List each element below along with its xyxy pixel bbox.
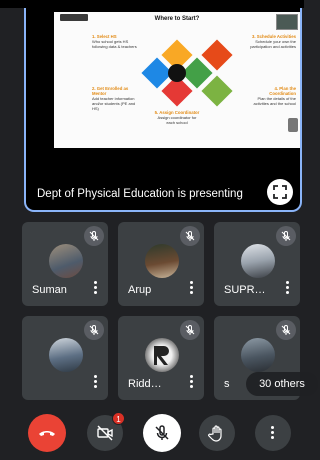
participant-name: Arup xyxy=(128,284,152,296)
participant-name: Ridd… xyxy=(128,378,162,390)
avatar xyxy=(241,338,275,372)
participant-tile[interactable]: Ridd… xyxy=(118,316,204,400)
slide-step: 5. Assign Coordinator Assign coordinator … xyxy=(154,110,200,125)
participant-name: Suman xyxy=(32,284,67,296)
slide-step: 3. Schedule Activities Schedule your own … xyxy=(250,34,296,49)
more-options-icon[interactable] xyxy=(286,281,290,295)
more-options-icon[interactable] xyxy=(190,281,194,295)
letter-r-logo xyxy=(154,346,169,365)
call-controls: 1 xyxy=(0,405,304,460)
others-count-button[interactable]: 30 others xyxy=(246,372,318,396)
slide-step: 4. Plan the Coordination Plan the details… xyxy=(253,86,296,106)
participant-tile[interactable]: Suman xyxy=(22,222,108,306)
more-options-button[interactable] xyxy=(255,415,291,451)
more-options-icon[interactable] xyxy=(190,375,194,389)
avatar xyxy=(49,244,83,278)
mic-off-icon xyxy=(276,226,296,246)
shared-slide: Where to Start? 1. Select HS Who school g… xyxy=(54,12,300,148)
more-options-icon[interactable] xyxy=(94,375,98,389)
avatar xyxy=(145,338,179,372)
avatar xyxy=(49,338,83,372)
mic-off-icon xyxy=(84,226,104,246)
slide-diamond-lime xyxy=(201,75,233,107)
presenter-thumbnail xyxy=(276,14,298,30)
fullscreen-icon xyxy=(273,185,287,199)
slide-title: Where to Start? xyxy=(154,16,200,22)
camera-off-icon xyxy=(97,425,113,441)
more-options-icon xyxy=(271,426,275,440)
participant-tile[interactable] xyxy=(22,316,108,400)
status-bar xyxy=(0,0,304,8)
participant-tile[interactable]: SUPR… xyxy=(214,222,300,306)
mic-off-icon xyxy=(84,320,104,340)
mic-off-icon xyxy=(155,425,169,440)
slide-center-icon xyxy=(168,64,186,82)
hand-icon xyxy=(208,425,222,442)
avatar xyxy=(145,244,179,278)
avatar xyxy=(241,244,275,278)
mic-off-icon xyxy=(180,226,200,246)
slide-step: 2. Get Enrolled as Mentor Add teacher inf… xyxy=(92,86,136,111)
raise-hand-button[interactable] xyxy=(199,415,235,451)
hang-up-icon xyxy=(39,431,55,436)
presenting-label: Dept of Physical Education is presenting xyxy=(37,188,243,200)
participant-tile[interactable]: Arup xyxy=(118,222,204,306)
mic-toggle-button[interactable] xyxy=(143,414,181,452)
slide-scrollbar xyxy=(288,118,298,132)
more-options-icon[interactable] xyxy=(94,281,98,295)
end-call-button[interactable] xyxy=(28,414,66,452)
presentation-view[interactable]: Where to Start? 1. Select HS Who school g… xyxy=(24,8,302,212)
fullscreen-button[interactable] xyxy=(267,179,293,205)
camera-toggle-button[interactable]: 1 xyxy=(87,412,125,451)
participant-name: SUPR… xyxy=(224,284,266,296)
notification-badge: 1 xyxy=(112,412,125,425)
mic-off-icon xyxy=(180,320,200,340)
participant-name: s xyxy=(224,378,230,390)
mic-off-icon xyxy=(276,320,296,340)
slide-step: 1. Select HS Who school gets HS following… xyxy=(92,34,137,49)
